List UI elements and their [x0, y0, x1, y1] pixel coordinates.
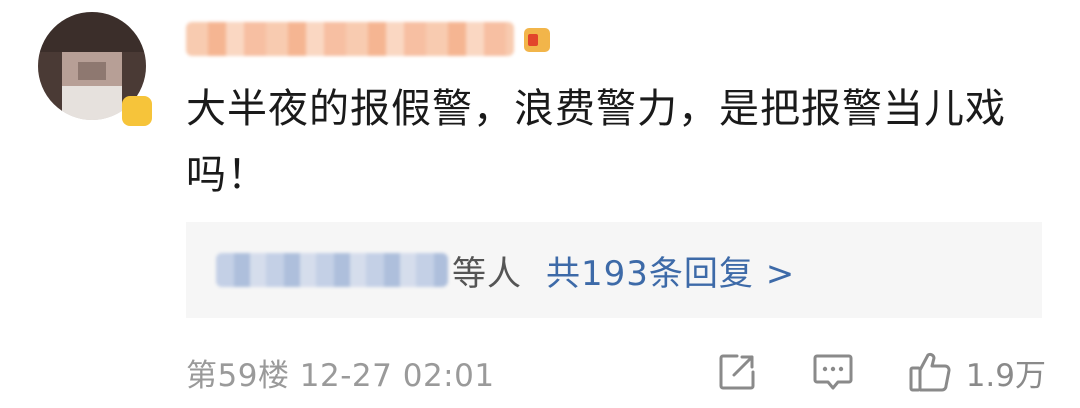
like-button[interactable]: 1.9万 — [908, 351, 1046, 394]
share-icon — [719, 354, 755, 390]
share-button[interactable] — [716, 351, 758, 393]
verified-badge-icon — [122, 96, 152, 126]
username-blurred — [186, 22, 514, 56]
others-label: 等人 — [452, 253, 522, 294]
level-badge-icon — [524, 28, 550, 52]
replier-names-blurred — [216, 253, 448, 287]
comment-actions: 1.9万 — [716, 346, 1046, 398]
comment-text: 大半夜的报假警，浪费警力，是把报警当儿戏吗！ — [186, 86, 1006, 198]
comment-footer: 第59楼 12-27 02:01 1.9万 — [186, 346, 1046, 398]
view-replies-link[interactable]: 共193条回复 > — [546, 246, 795, 295]
thumbs-up-icon — [909, 352, 951, 392]
replies-preview[interactable]: 等人 共193条回复 > — [186, 222, 1042, 318]
avatar[interactable] — [38, 12, 154, 128]
like-count: 1.9万 — [965, 357, 1046, 394]
floor-and-timestamp: 第59楼 12-27 02:01 — [186, 357, 495, 394]
reply-button[interactable] — [812, 351, 854, 393]
username[interactable] — [186, 18, 566, 60]
comment-icon — [813, 354, 853, 390]
